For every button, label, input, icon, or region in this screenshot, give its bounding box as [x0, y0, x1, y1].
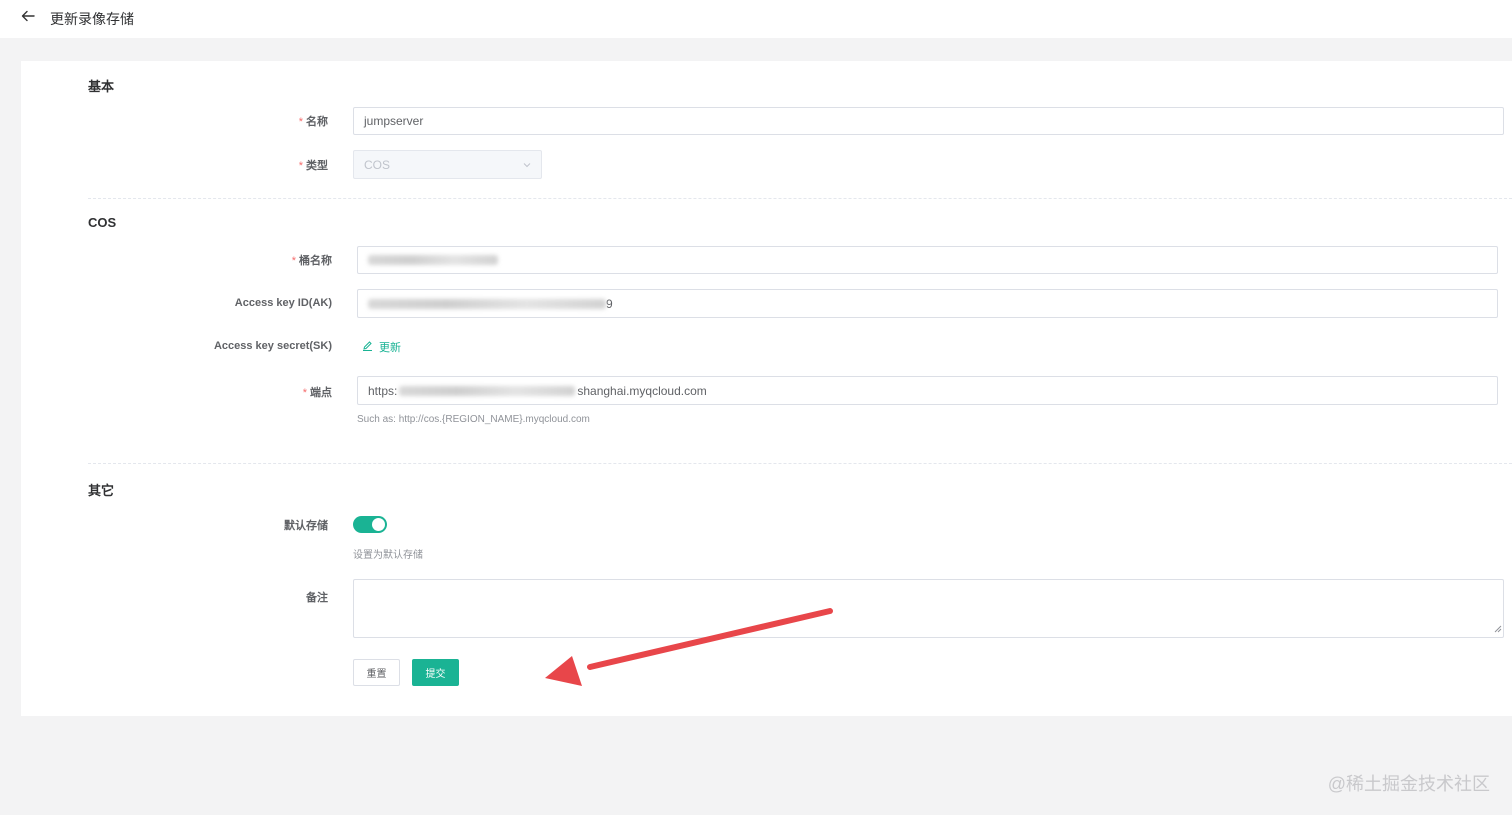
section-title-other: 其它 [88, 483, 115, 498]
reset-button[interactable]: 重置 [353, 659, 400, 686]
chevron-down-icon [523, 158, 531, 172]
top-bar: 更新录像存储 [0, 0, 1512, 38]
bucket-label: * 桶名称 [201, 252, 332, 268]
type-select-value: COS [364, 157, 391, 172]
redacted-value [399, 385, 576, 396]
required-mark: * [298, 160, 303, 172]
access-key-secret-label: Access key secret(SK) [213, 340, 332, 352]
endpoint-prefix: https: [368, 383, 398, 398]
default-storage-help: 设置为默认存储 [353, 550, 423, 561]
section-divider [88, 463, 1512, 464]
update-secret-link-label: 更新 [379, 342, 401, 354]
name-label-text: 名称 [306, 116, 328, 128]
access-key-id-suffix: 9 [606, 296, 613, 311]
bucket-input[interactable] [357, 246, 1498, 274]
endpoint-label: * 端点 [201, 384, 332, 400]
submit-button[interactable]: 提交 [412, 659, 459, 686]
resize-handle-icon[interactable] [1494, 622, 1502, 636]
default-storage-label: 默认存储 [284, 520, 328, 532]
endpoint-help: Such as: http://cos.{REGION_NAME}.myqclo… [357, 414, 590, 425]
toggle-knob [372, 518, 385, 531]
update-secret-link[interactable]: 更新 [362, 339, 401, 355]
redacted-value [368, 255, 498, 265]
name-input-value: jumpserver [364, 114, 424, 128]
required-mark: * [302, 387, 307, 399]
comment-textarea[interactable] [353, 579, 1504, 638]
arrow-left-icon[interactable] [20, 8, 38, 26]
section-divider [88, 198, 1512, 199]
edit-icon [362, 340, 373, 354]
type-label: * 类型 [201, 157, 328, 173]
access-key-id-input[interactable]: 9 [357, 289, 1498, 318]
redacted-value [368, 298, 606, 309]
required-mark: * [298, 116, 303, 128]
access-key-id-label: Access key ID(AK) [234, 297, 332, 309]
name-label: * 名称 [201, 113, 328, 129]
endpoint-label-text: 端点 [310, 387, 332, 399]
endpoint-suffix: shanghai.myqcloud.com [577, 383, 707, 398]
bucket-label-text: 桶名称 [299, 255, 332, 267]
section-title-basic: 基本 [88, 79, 115, 94]
type-select: COS [353, 150, 542, 179]
type-label-text: 类型 [306, 160, 328, 172]
default-storage-toggle[interactable] [353, 516, 387, 533]
page-title: 更新录像存储 [50, 11, 134, 27]
name-input[interactable]: jumpserver [353, 107, 1504, 135]
watermark: @稀土掘金技术社区 [1327, 774, 1490, 794]
endpoint-input[interactable]: https: shanghai.myqcloud.com [357, 376, 1498, 405]
section-title-cos: COS [88, 215, 117, 230]
comment-label: 备注 [306, 592, 328, 604]
form-card: 基本 * 名称 jumpserver * 类型 COS COS * 桶名称 Acces… [21, 61, 1512, 716]
required-mark: * [291, 255, 296, 267]
